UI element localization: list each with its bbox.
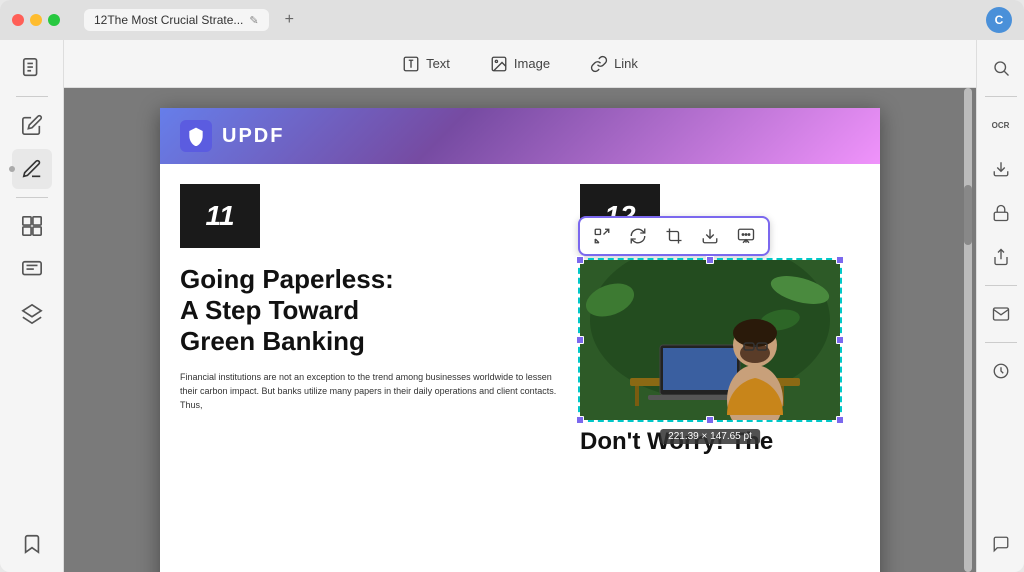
titlebar: 12The Most Crucial Strate... ✎ + C bbox=[0, 0, 1024, 40]
chapter11-heading: Going Paperless:A Step TowardGreen Banki… bbox=[180, 264, 560, 358]
image-tool-label: Image bbox=[514, 56, 550, 71]
sidebar-item-edit[interactable] bbox=[12, 105, 52, 145]
scrollbar-thumb[interactable] bbox=[964, 185, 972, 245]
active-indicator bbox=[9, 166, 15, 172]
divider-2 bbox=[16, 197, 48, 198]
handle-bottom-center[interactable] bbox=[706, 416, 714, 424]
updf-logo bbox=[180, 120, 212, 152]
dimension-label: 221.39 × 147.65 pt bbox=[660, 429, 760, 444]
share-button[interactable] bbox=[981, 237, 1021, 277]
sidebar-item-pages[interactable] bbox=[12, 206, 52, 246]
text-tool-label: Text bbox=[426, 56, 450, 71]
ocr-button[interactable]: OCR bbox=[981, 105, 1021, 145]
image-toolbar bbox=[578, 216, 770, 256]
app-body: Text Image Link bbox=[0, 40, 1024, 572]
handle-top-left[interactable] bbox=[576, 256, 584, 264]
divider-1 bbox=[16, 96, 48, 97]
rotate-icon[interactable] bbox=[624, 222, 652, 250]
extract-icon[interactable] bbox=[696, 222, 724, 250]
link-tool[interactable]: Link bbox=[582, 51, 646, 77]
save-button[interactable] bbox=[981, 149, 1021, 189]
sidebar-item-bookmark[interactable] bbox=[12, 524, 52, 564]
sidebar-item-annotate[interactable] bbox=[12, 149, 52, 189]
minimize-button[interactable] bbox=[30, 14, 42, 26]
app-window: 12The Most Crucial Strate... ✎ + C bbox=[0, 0, 1024, 572]
handle-middle-right[interactable] bbox=[836, 336, 844, 344]
handle-top-right[interactable] bbox=[836, 256, 844, 264]
image-container[interactable]: 221.39 × 147.65 pt bbox=[580, 260, 840, 420]
chapter11-number: 11 bbox=[180, 184, 260, 248]
pdf-content: 11 Going Paperless:A Step TowardGreen Ba… bbox=[160, 164, 880, 476]
history-button[interactable] bbox=[981, 351, 1021, 391]
content-area: UPDF 11 Going Paperless:A Step TowardGre… bbox=[64, 88, 976, 572]
sidebar-item-layers[interactable] bbox=[12, 294, 52, 334]
tab-title: 12The Most Crucial Strate... bbox=[94, 13, 243, 27]
tab-edit-icon[interactable]: ✎ bbox=[249, 14, 258, 27]
sidebar-item-document[interactable] bbox=[12, 48, 52, 88]
traffic-lights bbox=[12, 14, 60, 26]
pdf-page: UPDF 11 Going Paperless:A Step TowardGre… bbox=[160, 108, 880, 572]
search-button[interactable] bbox=[981, 48, 1021, 88]
handle-middle-left[interactable] bbox=[576, 336, 584, 344]
image-tool[interactable]: Image bbox=[482, 51, 558, 77]
link-tool-label: Link bbox=[614, 56, 638, 71]
mail-button[interactable] bbox=[981, 294, 1021, 334]
lock-button[interactable] bbox=[981, 193, 1021, 233]
scrollbar-track[interactable] bbox=[964, 88, 972, 572]
updf-label: UPDF bbox=[222, 125, 284, 148]
sidebar-left bbox=[0, 40, 64, 572]
pdf-header-banner: UPDF bbox=[160, 108, 880, 164]
maximize-button[interactable] bbox=[48, 14, 60, 26]
replace-icon[interactable] bbox=[588, 222, 616, 250]
text-tool[interactable]: Text bbox=[394, 51, 458, 77]
top-toolbar: Text Image Link bbox=[64, 40, 976, 88]
handle-bottom-left[interactable] bbox=[576, 416, 584, 424]
more-icon[interactable] bbox=[732, 222, 760, 250]
sidebar-right: OCR bbox=[976, 40, 1024, 572]
new-tab-button[interactable]: + bbox=[285, 11, 294, 29]
chapter11-body: Financial institutions are not an except… bbox=[180, 370, 560, 413]
selection-handles bbox=[580, 260, 840, 420]
handle-top-center[interactable] bbox=[706, 256, 714, 264]
handle-bottom-right[interactable] bbox=[836, 416, 844, 424]
active-tab[interactable]: 12The Most Crucial Strate... ✎ bbox=[84, 9, 269, 31]
right-divider-1 bbox=[985, 96, 1017, 97]
close-button[interactable] bbox=[12, 14, 24, 26]
content-scroll[interactable]: UPDF 11 Going Paperless:A Step TowardGre… bbox=[64, 88, 976, 572]
right-divider-2 bbox=[985, 285, 1017, 286]
pdf-right-col: 12 bbox=[580, 184, 860, 456]
crop-icon[interactable] bbox=[660, 222, 688, 250]
comment-button[interactable] bbox=[981, 524, 1021, 564]
right-divider-3 bbox=[985, 342, 1017, 343]
pdf-left-col: 11 Going Paperless:A Step TowardGreen Ba… bbox=[180, 184, 560, 456]
sidebar-item-stamp[interactable] bbox=[12, 250, 52, 290]
avatar: C bbox=[986, 7, 1012, 33]
